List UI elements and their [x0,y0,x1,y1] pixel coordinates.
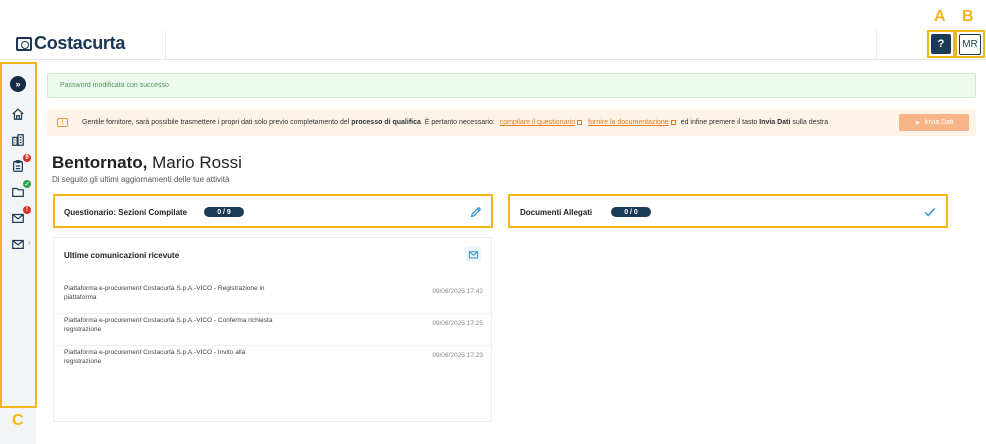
top-bar: Costacurta [0,0,986,60]
message-date: 09/06/2025 17:42 [432,288,483,295]
warning-text-bold: processo di qualifica [351,119,421,126]
warning-text-bold: Invia Dati [759,119,791,126]
message-date: 09/06/2025 17:25 [432,320,483,327]
callout-box-documenti [508,194,948,228]
callout-label-c: C [12,412,24,429]
warning-text-part: sulla destra [792,119,829,126]
user-name: Mario Rossi [152,153,242,172]
header-divider [876,30,877,60]
warning-icon: ! [57,118,68,127]
user-menu-button[interactable]: MR [959,34,981,55]
page-title: Bentornato, Mario Rossi [52,153,242,173]
communications-title: Ultime comunicazioni ricevute [64,251,180,260]
list-item[interactable]: Piattaforma e-procurement Costacurta S.p… [54,282,493,314]
external-link-icon [670,119,676,125]
send-icon: ➤ [914,119,921,127]
warning-text-part: . È pertanto necessario: [420,119,495,126]
communications-card: Ultime comunicazioni ricevute Piattaform… [53,237,493,422]
logo-text: Costacurta [34,33,126,53]
list-item[interactable]: Piattaforma e-procurement Costacurta S.p… [54,314,493,346]
warning-text-part: ed infine premere il tasto [680,119,758,126]
callout-box-questionario [53,194,493,228]
list-item[interactable]: Piattaforma e-procurement Costacurta S.p… [54,346,493,378]
warning-alert: ! Gentile fornitore, sarà possibile tras… [47,109,976,136]
callout-box-c [0,62,37,408]
message-date: 09/06/2025 17:23 [432,352,483,359]
link-compilare-questionario[interactable]: compilare il questionario [500,119,575,126]
message-subject: Piattaforma e-procurement Costacurta S.p… [64,285,265,301]
mail-icon [468,250,478,258]
page: Costacurta A B ? MR » 9 ✓ ! › C Password… [0,0,986,444]
greeting-text: Bentornato, [52,153,148,172]
callout-label-b: B [962,8,974,25]
message-subject: Piattaforma e-procurement Costacurta S.p… [64,349,246,365]
send-data-label: Invia Dati [924,119,954,126]
help-button[interactable]: ? [931,34,951,54]
send-data-button[interactable]: ➤ Invia Dati [899,114,969,131]
company-logo[interactable]: Costacurta [16,33,125,54]
message-subject: Piattaforma e-procurement Costacurta S.p… [64,317,273,333]
warning-text: Gentile fornitore, sarà possibile trasme… [82,119,828,126]
link-fornire-documentazione[interactable]: fornire la documentazione [588,119,669,126]
mail-button[interactable] [465,246,481,262]
page-subtitle: Di seguito gli ultimi aggiornamenti dell… [52,175,230,184]
success-alert: Password modificata con successo [47,73,976,98]
header-divider [165,30,166,60]
callout-label-a: A [934,8,946,25]
warning-text-part: Gentile fornitore, sarà possibile trasme… [82,119,350,126]
external-link-icon [577,119,583,125]
logo-mark-icon [16,36,32,51]
